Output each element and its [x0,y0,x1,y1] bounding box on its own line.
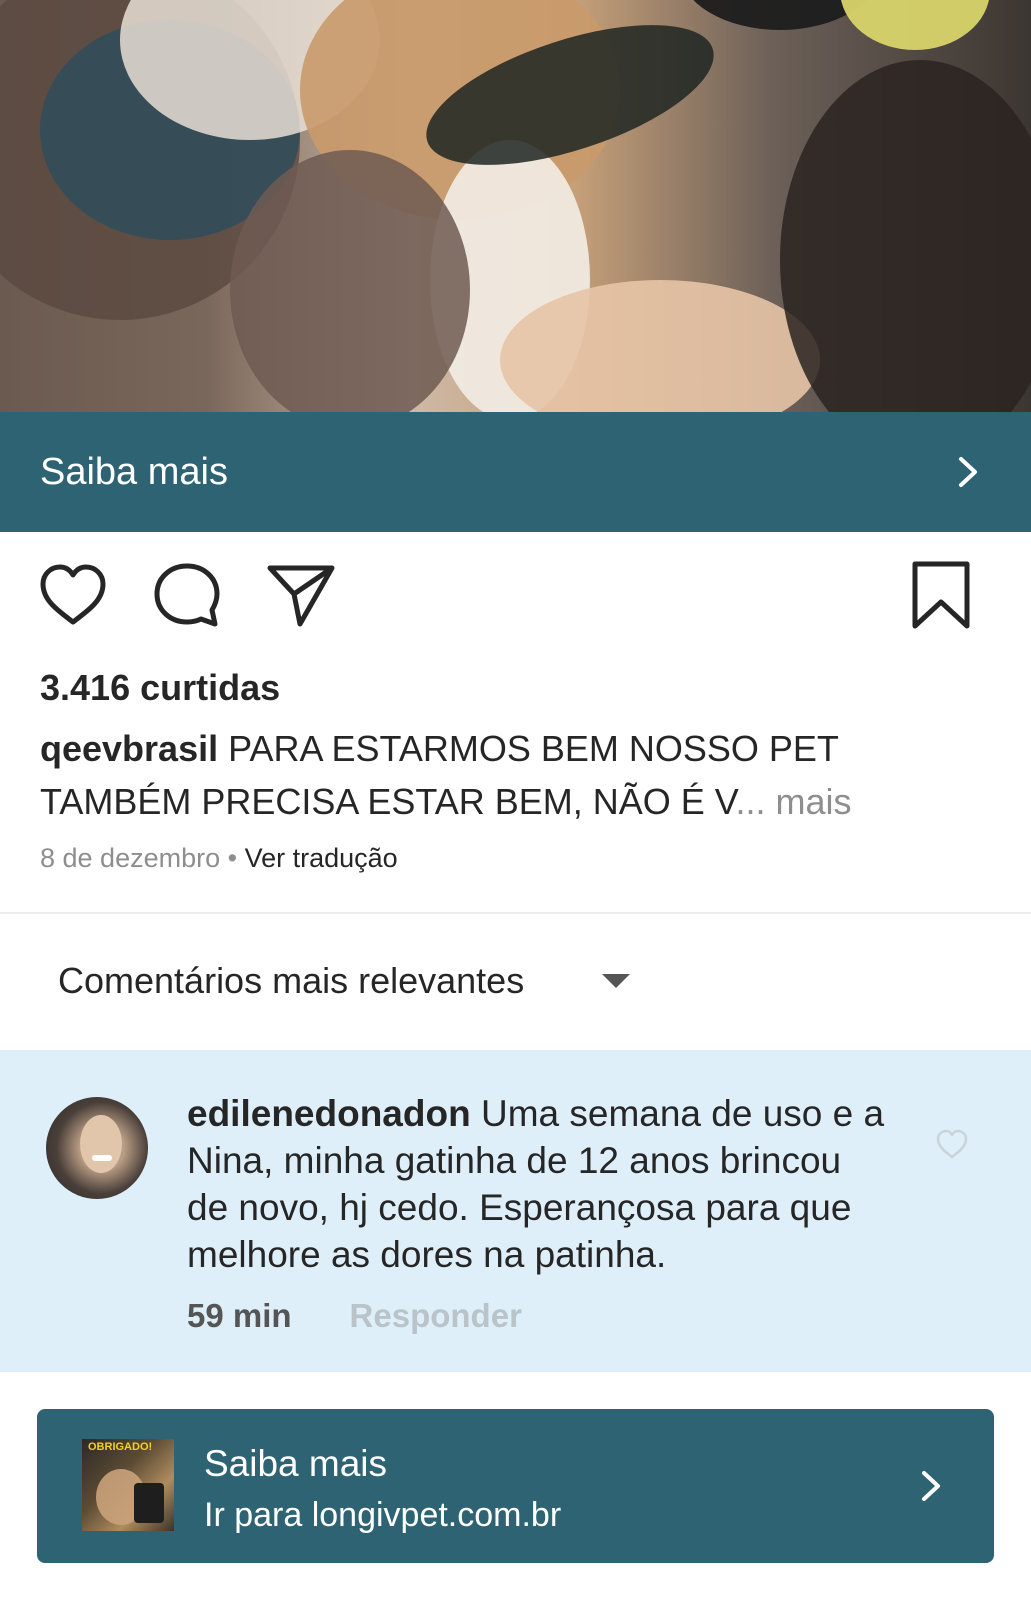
link-card[interactable]: OBRIGADO! Saiba mais Ir para longivpet.c… [37,1409,994,1563]
link-thumbnail: OBRIGADO! [82,1439,174,1531]
heart-icon[interactable] [37,560,109,632]
comment-heart-icon[interactable] [935,1128,969,1160]
chevron-right-icon [959,457,977,487]
post-caption: qeevbrasil PARA ESTARMOS BEM NOSSO PET T… [40,722,980,828]
caption-more-link[interactable]: ... mais [736,781,852,822]
reply-button[interactable]: Responder [350,1297,522,1335]
divider [0,912,1031,914]
meta-separator: • [220,843,245,873]
post-image[interactable] [0,0,1031,412]
post-meta: 8 de dezembro • Ver tradução [40,843,398,874]
saiba-mais-label: Saiba mais [40,450,228,493]
likes-count[interactable]: 3.416 curtidas [40,667,280,709]
comment-body: edilenedonadon Uma semana de uso e a Nin… [187,1090,887,1278]
thumbnail-text: OBRIGADO! [88,1441,153,1453]
link-url: Ir para longivpet.com.br [204,1496,562,1534]
chevron-right-icon [922,1471,940,1501]
caret-down-icon [602,974,631,988]
saiba-mais-bar[interactable]: Saiba mais [0,412,1031,532]
see-translation-link[interactable]: Ver tradução [245,843,398,873]
send-icon[interactable] [266,560,338,632]
link-title: Saiba mais [204,1443,388,1484]
post-actions [0,560,1031,632]
caption-username[interactable]: qeevbrasil [40,728,218,769]
avatar[interactable] [46,1097,148,1199]
comment-meta: 59 min Responder [187,1297,522,1335]
comment-time: 59 min [187,1297,292,1334]
comments-sort-dropdown[interactable]: Comentários mais relevantes [58,960,631,1002]
comments-sort-label: Comentários mais relevantes [58,960,525,1001]
comment-icon[interactable] [151,560,223,632]
post-date: 8 de dezembro [40,843,221,873]
comment-username[interactable]: edilenedonadon [187,1093,471,1134]
bookmark-icon[interactable] [905,560,977,632]
